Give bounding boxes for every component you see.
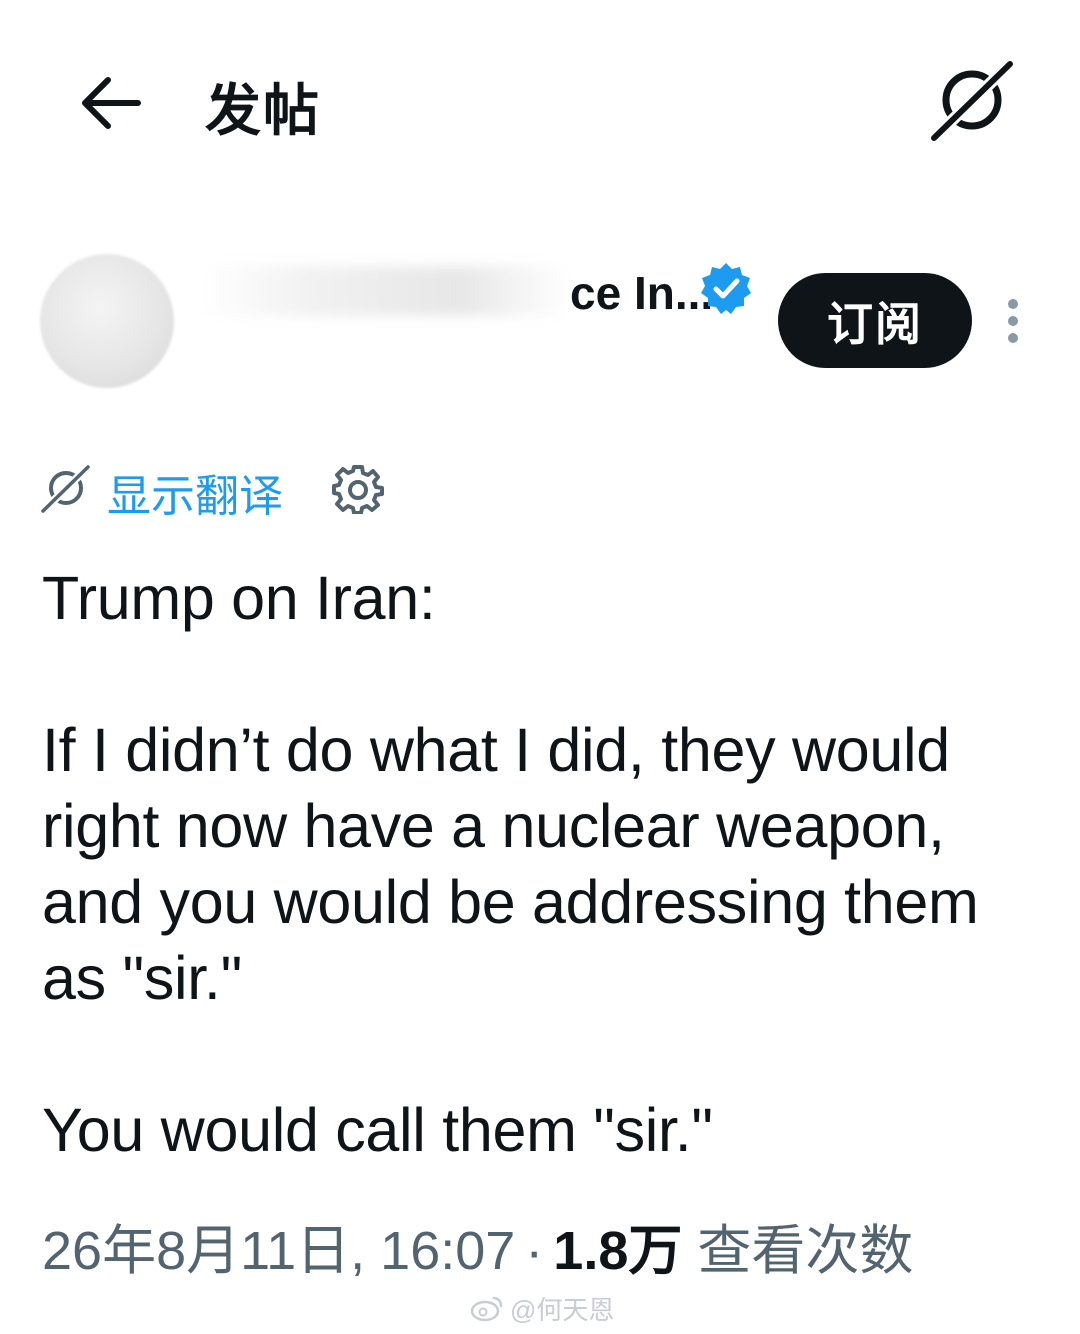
grok-button[interactable] [928,58,1016,144]
arrow-left-icon [82,77,141,129]
tweet-meta: 26年8月11日, 16:07 · 1.8万 查看次数 [42,1206,913,1285]
tweet-paragraph: Trump on Iran: [42,564,436,632]
author-display-name: ce In... [570,267,714,319]
tweet-paragraph: If I didn’t do what I did, they would ri… [42,716,979,1012]
watermark-text: @何天恩 [510,1294,615,1325]
gear-icon[interactable] [332,462,384,514]
more-vertical-icon [1008,299,1018,343]
back-button[interactable] [72,68,152,138]
avatar[interactable] [40,254,174,388]
show-translation-link[interactable]: 显示翻译 [107,460,283,524]
tweet-text: Trump on Iran: If I didn’t do what I did… [42,560,1042,1168]
tweet-timestamp[interactable]: 26年8月11日, 16:07 [42,1221,515,1281]
author-name-row[interactable]: ce In... [200,258,760,328]
page-title: 发帖 [205,79,321,142]
watermark: @何天恩 [470,1290,630,1326]
weibo-icon [470,1296,503,1322]
views-label: 查看次数 [697,1221,914,1281]
blurred-name-segment [200,266,570,316]
verified-badge-icon [701,263,751,314]
more-options-button[interactable] [998,296,1028,346]
top-bar: 发帖 [0,0,1080,200]
subscribe-button[interactable]: 订阅 [778,273,972,368]
translate-row: 显示翻译 [40,458,420,521]
views-count: 1.8万 [553,1221,683,1281]
grok-icon [40,464,90,514]
tweet-paragraph: You would call them "sir." [42,1096,713,1164]
grok-icon [928,58,1016,144]
meta-separator: · [525,1221,544,1281]
